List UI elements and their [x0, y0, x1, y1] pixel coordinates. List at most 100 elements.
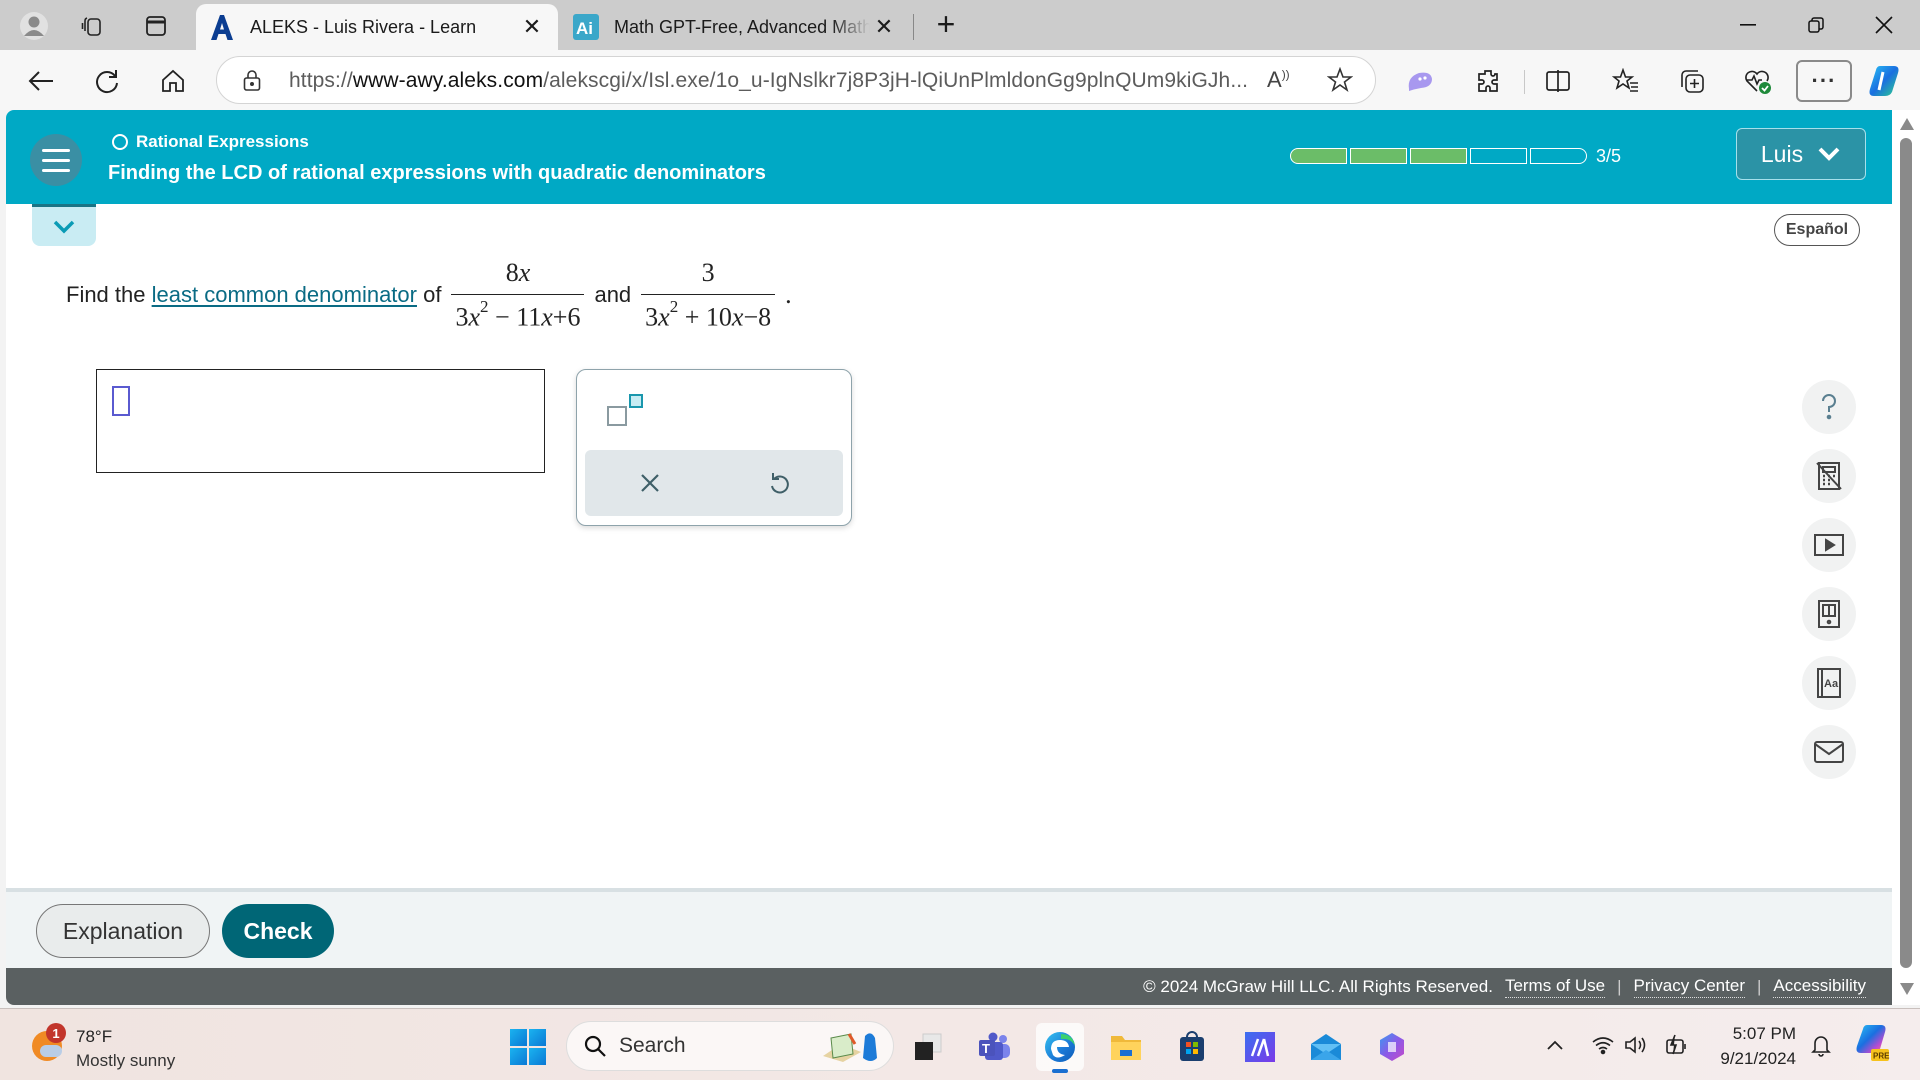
terms-of-use-link[interactable]: Terms of Use [1504, 976, 1606, 998]
minimize-button[interactable] [1728, 8, 1768, 42]
tab-title: Math GPT-Free, Advanced Math S [614, 16, 870, 37]
tab-aleks[interactable]: ALEKS - Luis Rivera - Learn ✕ [196, 4, 558, 50]
undo-icon [770, 473, 789, 494]
task-view-icon[interactable] [904, 1023, 952, 1071]
teams-icon[interactable]: T [970, 1023, 1018, 1071]
browser-essentials-icon[interactable] [1740, 63, 1776, 99]
microsoft-365-icon[interactable] [1368, 1023, 1416, 1071]
user-menu-button[interactable]: Luis [1736, 128, 1866, 180]
message-button[interactable] [1802, 725, 1856, 779]
aleks-logo-icon [208, 13, 236, 41]
lesson-title: Finding the LCD of rational expressions … [108, 162, 766, 184]
collapse-toggle-button[interactable] [32, 204, 96, 246]
scroll-down-arrow[interactable] [1900, 983, 1914, 995]
extensions-icon[interactable] [1470, 63, 1506, 99]
restore-button[interactable] [1796, 8, 1836, 42]
question-prompt: Find the least common denominator of 8x … [66, 257, 792, 333]
math-palette [576, 369, 852, 526]
svg-text:T: T [982, 1041, 990, 1056]
taskbar-search[interactable]: Search [566, 1021, 894, 1071]
address-bar[interactable]: https://www-awy.aleks.com/alekscgi/x/Isl… [216, 56, 1376, 104]
tab-separator [913, 14, 914, 40]
favorites-list-icon[interactable] [1608, 63, 1644, 99]
read-aloud-icon[interactable]: A)) [1267, 67, 1290, 93]
edge-icon[interactable] [1036, 1023, 1084, 1073]
refresh-button[interactable] [90, 64, 124, 98]
clear-button[interactable] [585, 450, 714, 516]
topic-label: Rational Expressions [112, 132, 309, 152]
weather-cloud-icon [40, 1045, 62, 1057]
wifi-icon[interactable] [1588, 1029, 1618, 1061]
scroll-up-arrow[interactable] [1900, 118, 1914, 130]
explanation-button[interactable]: Explanation [36, 904, 210, 958]
split-screen-icon[interactable] [1540, 63, 1576, 99]
battery-charging-icon[interactable] [1660, 1029, 1690, 1061]
footer-separator: | [1617, 976, 1622, 996]
copilot-preview-icon[interactable]: PRE [1852, 1023, 1892, 1063]
dictionary-button[interactable]: Aa [1802, 656, 1856, 710]
progress-segment-complete [1410, 148, 1467, 164]
help-button[interactable] [1802, 380, 1856, 434]
exponent-button[interactable] [605, 394, 649, 434]
close-tab-icon[interactable]: ✕ [518, 13, 546, 41]
notification-badge: 1 [46, 1023, 66, 1043]
weather-widget[interactable]: 1 78°F Mostly sunny [28, 1021, 228, 1071]
exponent-power-icon [629, 394, 643, 408]
show-hidden-icons-button[interactable] [1540, 1029, 1570, 1061]
video-button[interactable] [1802, 518, 1856, 572]
windows-taskbar: 1 78°F Mostly sunny Search T 5:07 PM 9/2… [0, 1008, 1920, 1080]
system-clock[interactable]: 5:07 PM 9/21/2024 [1700, 1021, 1796, 1071]
favorite-star-icon[interactable] [1327, 67, 1353, 93]
page-scrollbar[interactable] [1892, 110, 1920, 1005]
ghost-extension-icon[interactable] [1402, 63, 1438, 99]
copilot-icon[interactable] [1866, 63, 1902, 99]
start-button[interactable] [510, 1029, 546, 1065]
site-info-icon[interactable] [243, 70, 261, 92]
privacy-center-link[interactable]: Privacy Center [1633, 976, 1745, 998]
check-button[interactable]: Check [222, 904, 334, 958]
vertical-tabs-icon[interactable] [140, 10, 172, 42]
input-cursor [112, 386, 130, 416]
undo-button[interactable] [714, 450, 843, 516]
ebook-button[interactable] [1802, 587, 1856, 641]
svg-text:Aa: Aa [1824, 678, 1839, 690]
language-toggle-button[interactable]: Español [1774, 214, 1860, 246]
action-bar: Explanation Check [6, 888, 1892, 968]
tab-title: ALEKS - Luis Rivera - Learn [250, 16, 477, 37]
volume-icon[interactable] [1622, 1029, 1652, 1061]
new-tab-button[interactable]: + [930, 8, 962, 42]
profile-avatar-icon[interactable] [18, 10, 50, 42]
url-text[interactable]: https://www-awy.aleks.com/alekscgi/x/Isl… [289, 69, 1248, 93]
tab-mathgpt[interactable]: Ai Math GPT-Free, Advanced Math S ✕ [560, 4, 910, 50]
close-tab-icon[interactable]: ✕ [870, 13, 898, 41]
mail-icon[interactable] [1302, 1023, 1350, 1071]
chevron-down-icon [53, 220, 75, 233]
close-window-button[interactable] [1864, 8, 1904, 42]
chevron-down-icon [1818, 147, 1840, 161]
footer: © 2024 McGraw Hill LLC. All Rights Reser… [6, 968, 1892, 1005]
glossary-link[interactable]: least common denominator [152, 282, 417, 308]
fraction-2: 3 3x2 + 10x−8 [641, 258, 776, 333]
weather-temp: 78°F [76, 1027, 113, 1046]
scroll-thumb[interactable] [1900, 138, 1912, 968]
mathpix-app-icon[interactable] [1236, 1023, 1284, 1071]
calculator-button[interactable] [1802, 449, 1856, 503]
home-button[interactable] [156, 64, 190, 98]
message-icon [1814, 741, 1844, 763]
palette-actions [585, 450, 843, 516]
collections-icon[interactable] [1674, 63, 1710, 99]
topic-status-icon [112, 134, 128, 150]
workspaces-icon[interactable] [76, 10, 108, 42]
settings-more-button[interactable]: ··· [1796, 60, 1852, 102]
answer-input[interactable] [96, 369, 545, 473]
file-explorer-icon[interactable] [1102, 1023, 1150, 1071]
microsoft-store-icon[interactable] [1168, 1023, 1216, 1071]
accessibility-link[interactable]: Accessibility [1773, 976, 1866, 998]
page-viewport: Rational Expressions Finding the LCD of … [6, 110, 1892, 1005]
progress-bar [1290, 148, 1587, 164]
progress-segment-incomplete [1530, 148, 1587, 164]
main-menu-button[interactable] [30, 134, 82, 186]
progress-segment-complete [1350, 148, 1407, 164]
notifications-bell-icon[interactable] [1806, 1029, 1836, 1061]
back-button[interactable] [24, 64, 58, 98]
